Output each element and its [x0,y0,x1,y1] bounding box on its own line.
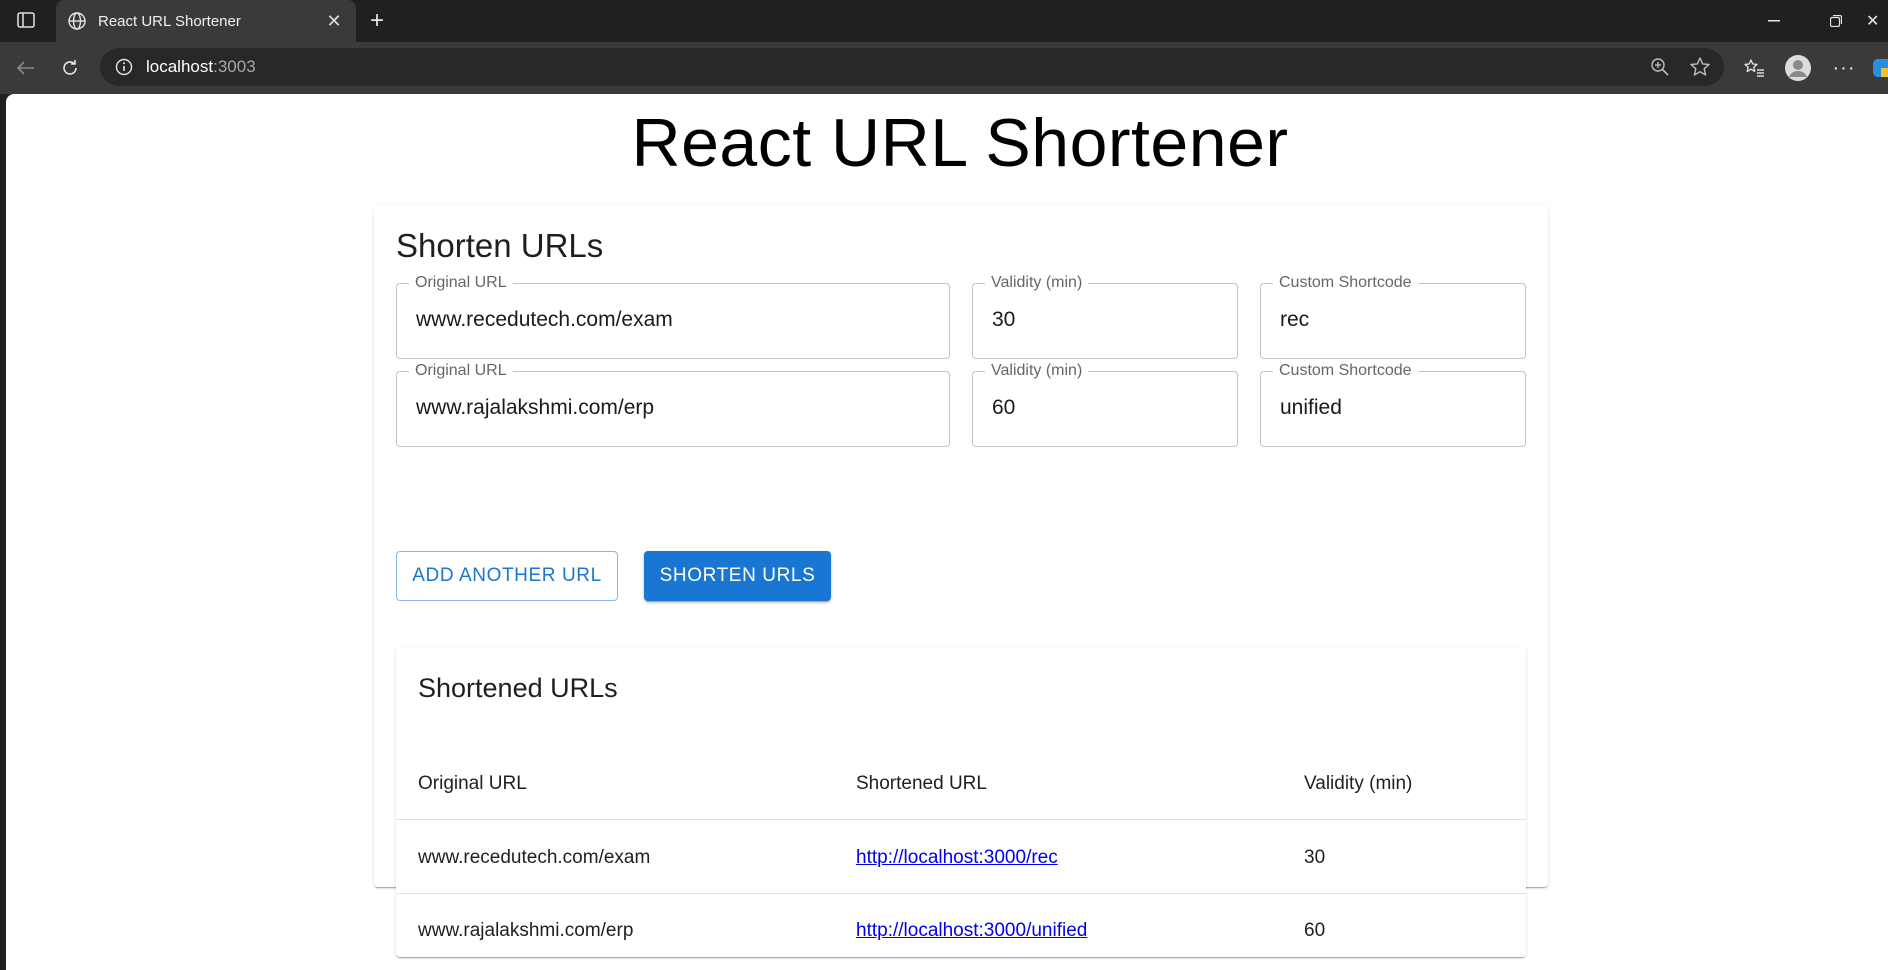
field-label: Original URL [409,274,513,292]
favorites-list-icon[interactable] [1738,52,1770,84]
original-url-cell: www.rajalakshmi.com/erp [418,919,634,941]
back-icon[interactable] [10,52,42,84]
field-value: 30 [992,308,1016,331]
restore-icon[interactable] [1808,0,1864,42]
address-bar[interactable]: localhost:3003 [100,48,1724,86]
add-another-url-button[interactable]: ADD ANOTHER URL [396,551,618,601]
browser-tab-bar: React URL Shortener ✕ + ✕ [0,0,1888,42]
shortened-url-link[interactable]: http://localhost:3000/rec [856,847,1058,869]
column-header: Shortened URL [856,772,987,794]
column-header: Validity (min) [1304,772,1413,794]
table-row: www.recedutech.com/exam http://localhost… [396,821,1526,894]
reload-icon[interactable] [54,52,86,84]
validity-field[interactable]: Validity (min) 30 [972,274,1238,359]
table-row: www.rajalakshmi.com/erp http://localhost… [396,894,1526,967]
browser-toolbar: localhost:3003 ··· [0,42,1888,94]
zoom-icon[interactable] [1642,48,1678,86]
field-value: unified [1280,396,1342,419]
url-host: localhost [146,57,214,76]
field-value: www.rajalakshmi.com/erp [416,396,655,419]
validity-cell: 60 [1304,919,1326,941]
close-tab-icon[interactable]: ✕ [320,7,348,35]
sidebar-toggle-icon[interactable] [12,8,40,32]
shortened-url-cell: http://localhost:3000/rec [856,821,1058,894]
field-value: www.recedutech.com/exam [416,308,673,331]
close-window-icon[interactable]: ✕ [1866,0,1888,42]
validity-cell: 30 [1304,846,1326,868]
page-viewport: React URL Shortener Shorten URLs Origina… [6,94,1888,970]
shortened-url-cell: http://localhost:3000/unified [856,894,1087,967]
field-label: Custom Shortcode [1273,274,1418,292]
field-value: 60 [992,396,1016,419]
page-title: React URL Shortener [631,105,1289,181]
profile-avatar-icon[interactable] [1782,52,1814,84]
url-port: :3003 [213,57,256,76]
favorite-star-icon[interactable] [1682,48,1718,86]
shorten-urls-button[interactable]: SHORTEN URLS [644,551,831,601]
field-label: Validity (min) [985,362,1089,380]
copilot-icon[interactable] [1872,52,1888,84]
minimize-icon[interactable] [1746,0,1802,42]
field-label: Original URL [409,362,513,380]
results-heading: Shortened URLs [418,673,618,703]
site-info-icon[interactable] [114,57,134,77]
field-value: rec [1280,308,1310,331]
shortened-url-link[interactable]: http://localhost:3000/unified [856,920,1087,942]
tab-title: React URL Shortener [98,12,241,30]
field-label: Custom Shortcode [1273,362,1418,380]
globe-icon [66,10,88,32]
more-menu-icon[interactable]: ··· [1828,52,1860,84]
browser-tab-active[interactable]: React URL Shortener ✕ [56,0,356,42]
column-header: Original URL [418,772,527,794]
original-url-cell: www.recedutech.com/exam [418,846,651,868]
original-url-field[interactable]: Original URL www.rajalakshmi.com/erp [396,362,950,447]
validity-field[interactable]: Validity (min) 60 [972,362,1238,447]
new-tab-icon[interactable]: + [362,6,392,36]
form-heading: Shorten URLs [396,227,604,264]
shorten-form-card: Shorten URLs Original URL www.recedutech… [374,205,1548,957]
table-header-row: Original URL Shortened URL Validity (min… [396,747,1526,820]
custom-shortcode-field[interactable]: Custom Shortcode rec [1260,274,1526,359]
shortened-urls-card: Shortened URLs Original URL Shortened UR… [396,647,1526,957]
custom-shortcode-field[interactable]: Custom Shortcode unified [1260,362,1526,447]
original-url-field[interactable]: Original URL www.recedutech.com/exam [396,274,950,359]
field-label: Validity (min) [985,274,1089,292]
